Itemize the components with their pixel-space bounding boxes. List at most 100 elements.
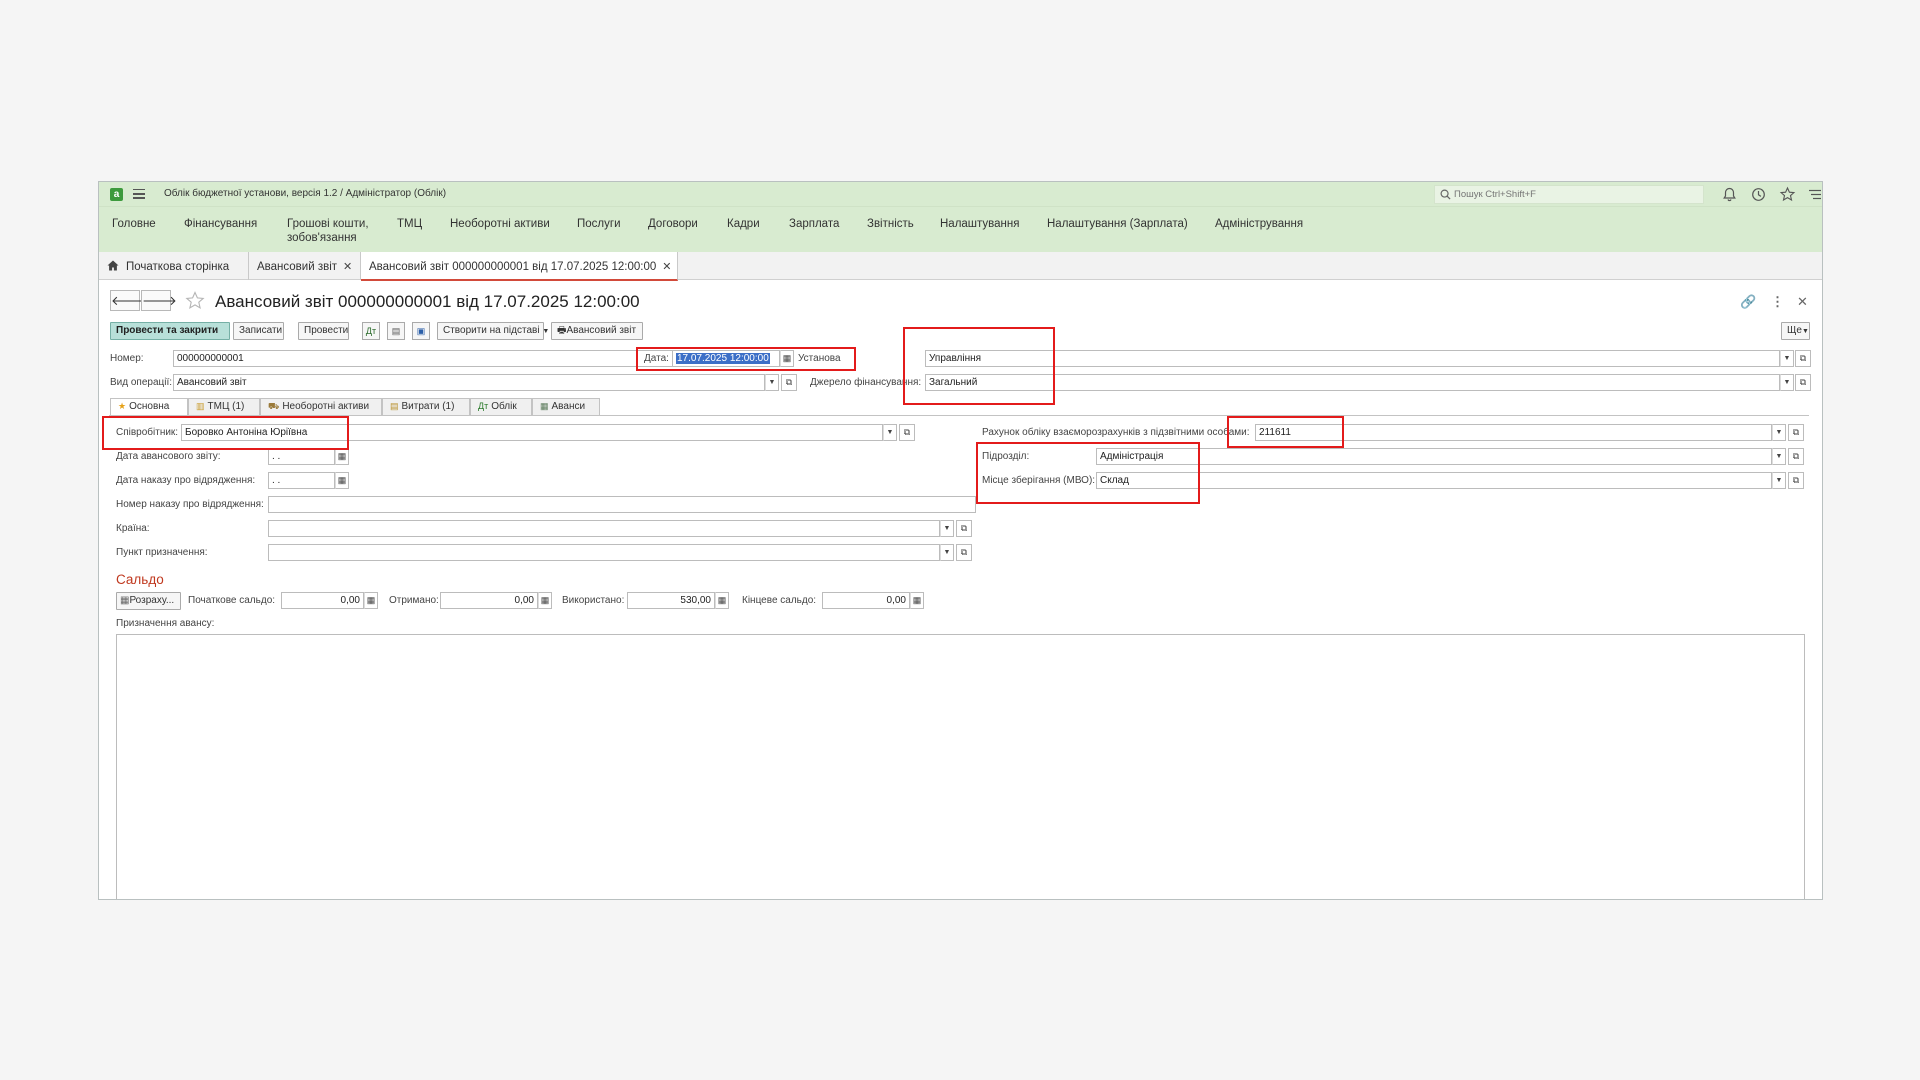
section-reporting[interactable]: Звітність [867, 217, 914, 231]
used-field[interactable]: 530,00 [627, 592, 715, 609]
main-menu-icon[interactable] [133, 189, 145, 199]
tab-advance-report-doc[interactable]: Авансовий звіт 000000000001 від 17.07.20… [361, 252, 678, 281]
chevron-down-icon[interactable]: ▼ [883, 424, 897, 441]
calculator-icon[interactable]: ▦ [715, 592, 729, 609]
close-icon[interactable]: ✕ [662, 261, 671, 273]
global-search[interactable] [1434, 185, 1704, 204]
received-field[interactable]: 0,00 [440, 592, 538, 609]
calculator-icon[interactable]: ▦ [538, 592, 552, 609]
close-form-icon[interactable]: ✕ [1797, 294, 1808, 310]
received-label: Отримано: [389, 595, 439, 606]
accounting-icon: Дт [478, 401, 489, 411]
tab-advances[interactable]: ▦ Аванси [532, 398, 600, 415]
open-icon[interactable]: ⧉ [1795, 374, 1811, 391]
tab-advances-label: Аванси [551, 401, 586, 412]
operation-type-label: Вид операції: [110, 377, 173, 388]
save-button[interactable]: Записати [233, 322, 284, 340]
highlight-account [1227, 416, 1344, 448]
chevron-down-icon[interactable]: ▼ [1780, 374, 1794, 391]
open-icon[interactable]: ⧉ [1788, 424, 1804, 441]
section-hr[interactable]: Кадри [727, 217, 760, 231]
tab-label: Авансовий звіт [257, 261, 338, 273]
bell-icon[interactable] [1721, 186, 1738, 203]
history-icon[interactable] [1750, 186, 1767, 203]
post-and-close-button[interactable]: Провести та закрити [110, 322, 230, 340]
post-button[interactable]: Провести [298, 322, 349, 340]
open-icon[interactable]: ⧉ [956, 544, 972, 561]
tab-main-label: Основна [129, 401, 170, 412]
tab-inventory[interactable]: ▥ ТМЦ (1) [188, 398, 260, 415]
box-icon: ▥ [196, 401, 205, 411]
favorites-star-icon[interactable] [1779, 186, 1796, 203]
search-input[interactable] [1452, 187, 1697, 202]
used-label: Використано: [562, 595, 625, 606]
settings-menu-icon[interactable] [1806, 186, 1823, 203]
truck-icon: ⛟ [268, 401, 280, 411]
closing-balance-field[interactable]: 0,00 [822, 592, 910, 609]
chevron-down-icon[interactable]: ▼ [1772, 448, 1786, 465]
section-inventory[interactable]: ТМЦ [397, 217, 422, 231]
open-icon[interactable]: ⧉ [956, 520, 972, 537]
tab-accounting[interactable]: Дт Облік [470, 398, 532, 415]
chevron-down-icon: ▼ [1801, 328, 1809, 335]
tab-main[interactable]: ★ Основна [110, 398, 188, 416]
sections-menu: Головне Фінансування Грошові кошти, зобо… [99, 207, 1822, 252]
open-icon[interactable]: ⧉ [1795, 350, 1811, 367]
open-icon[interactable]: ⧉ [781, 374, 797, 391]
section-financing[interactable]: Фінансування [184, 217, 257, 231]
open-icon[interactable]: ⧉ [1788, 448, 1804, 465]
section-administration[interactable]: Адміністрування [1215, 217, 1303, 231]
purpose-textarea[interactable] [116, 634, 1805, 899]
open-icon[interactable]: ⧉ [1788, 472, 1804, 489]
chevron-down-icon[interactable]: ▼ [765, 374, 779, 391]
more-actions-icon[interactable]: ⋮ [1771, 294, 1784, 310]
chevron-down-icon[interactable]: ▼ [1772, 424, 1786, 441]
section-settings[interactable]: Налаштування [940, 217, 1019, 231]
close-icon[interactable]: ✕ [343, 261, 352, 273]
section-main[interactable]: Головне [112, 217, 156, 231]
section-payroll[interactable]: Зарплата [789, 217, 839, 231]
operation-type-field[interactable]: Авансовий звіт [173, 374, 765, 391]
app-logo-icon[interactable]: a [110, 188, 123, 201]
opening-balance-field[interactable]: 0,00 [281, 592, 364, 609]
section-fixed-assets[interactable]: Необоротні активи [450, 217, 550, 231]
document-icon[interactable]: ▤ [387, 322, 405, 340]
number-label: Номер: [110, 353, 144, 364]
tab-expenses[interactable]: ▤ Витрати (1) [382, 398, 470, 415]
report-date-field[interactable]: . . [268, 448, 335, 465]
accounting-entries-icon[interactable]: Дт [362, 322, 380, 340]
tab-advance-reports-list[interactable]: Авансовий звіт ✕ [249, 252, 361, 280]
order-number-field[interactable] [268, 496, 976, 513]
section-payroll-settings[interactable]: Налаштування (Зарплата) [1047, 217, 1188, 231]
chevron-down-icon[interactable]: ▼ [940, 544, 954, 561]
calculator-icon[interactable]: ▦ [364, 592, 378, 609]
tab-label: Авансовий звіт 000000000001 від 17.07.20… [369, 261, 657, 273]
calculator-icon[interactable]: ▦ [910, 592, 924, 609]
tab-fixed-assets[interactable]: ⛟ Необоротні активи [260, 398, 382, 415]
section-contracts[interactable]: Договори [648, 217, 698, 231]
section-cash[interactable]: Грошові кошти, зобов'язання [287, 217, 369, 245]
tab-home[interactable]: Початкова сторінка [99, 252, 249, 280]
favorite-star-icon[interactable] [185, 291, 205, 311]
destination-field[interactable] [268, 544, 940, 561]
structure-icon[interactable]: ▣ [412, 322, 430, 340]
highlight-employee [102, 416, 349, 450]
back-button[interactable]: 🡐 [110, 290, 146, 311]
link-icon[interactable]: 🔗 [1740, 294, 1756, 310]
country-field[interactable] [268, 520, 940, 537]
more-button[interactable]: Ще▼ [1781, 322, 1810, 340]
chevron-down-icon[interactable]: ▼ [1772, 472, 1786, 489]
forward-button[interactable]: 🡒 [141, 290, 177, 311]
print-advance-report-button[interactable]: 🖶Авансовий звіт [551, 322, 643, 340]
order-date-field[interactable]: . . [268, 472, 335, 489]
section-services[interactable]: Послуги [577, 217, 621, 231]
open-icon[interactable]: ⧉ [899, 424, 915, 441]
chevron-down-icon[interactable]: ▼ [1780, 350, 1794, 367]
title-bar: a Облік бюджетної установи, версія 1.2 /… [99, 182, 1822, 207]
account-label: Рахунок обліку взаєморозрахунків з підзв… [982, 427, 1250, 438]
chevron-down-icon[interactable]: ▼ [940, 520, 954, 537]
calendar-icon[interactable]: ▦ [335, 472, 349, 489]
create-based-on-button[interactable]: Створити на підставі ▼ [437, 322, 549, 340]
calendar-icon[interactable]: ▦ [335, 448, 349, 465]
calculate-button[interactable]: ▦Розраху... [116, 592, 181, 610]
